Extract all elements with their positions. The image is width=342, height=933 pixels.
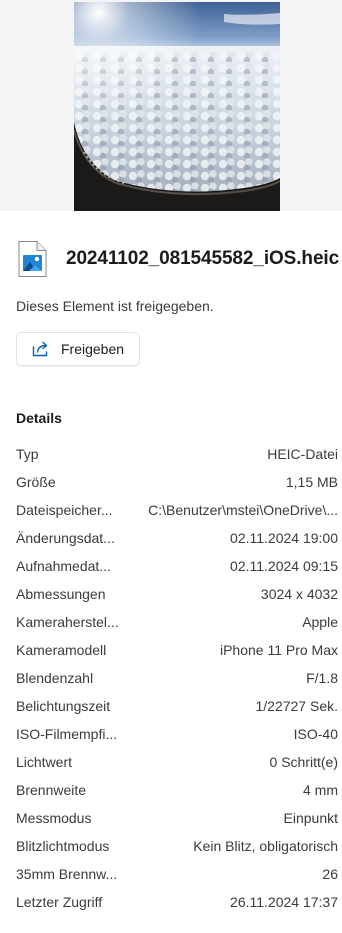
shared-status-text: Dieses Element ist freigegeben. — [16, 298, 214, 314]
detail-value: 02.11.2024 19:00 — [230, 530, 338, 546]
detail-value: 1,15 MB — [285, 474, 338, 490]
photo-thumbnail-image — [74, 2, 280, 211]
detail-row-size: Größe 1,15 MB — [0, 468, 342, 496]
detail-value: 3024 x 4032 — [260, 586, 338, 602]
detail-value: 0 Schritt(e) — [269, 754, 338, 770]
detail-row-exposure-bias: Lichtwert 0 Schritt(e) — [0, 748, 342, 776]
detail-label: Lichtwert — [16, 754, 73, 770]
detail-label: Kameraherstel... — [16, 614, 119, 630]
detail-value: 4 mm — [303, 782, 338, 798]
detail-value: 26.11.2024 17:37 — [230, 894, 338, 910]
detail-row-camera-model: Kameramodell iPhone 11 Pro Max — [0, 636, 342, 664]
preview-area — [0, 0, 342, 211]
detail-value: Einpunkt — [283, 810, 338, 826]
detail-label: Änderungsdat... — [16, 530, 115, 546]
detail-label: Dateispeicher... — [16, 502, 113, 518]
detail-label: Typ — [16, 446, 39, 462]
detail-label: Blendenzahl — [16, 670, 94, 686]
detail-row-aperture: Blendenzahl F/1.8 — [0, 664, 342, 692]
detail-row-camera-maker: Kameraherstel... Apple — [0, 608, 342, 636]
file-name: 20241102_081545582_iOS.heic — [66, 248, 340, 269]
detail-label: Aufnahmedat... — [16, 558, 111, 574]
detail-row-modified: Änderungsdat... 02.11.2024 19:00 — [0, 524, 342, 552]
detail-value: ISO-40 — [293, 726, 338, 742]
detail-value: 02.11.2024 09:15 — [230, 558, 338, 574]
detail-row-flash-mode: Blitzlichtmodus Kein Blitz, obligatorisc… — [0, 832, 342, 860]
detail-row-35mm-focal-length: 35mm Brennw... 26 — [0, 860, 342, 888]
details-heading: Details — [16, 410, 62, 426]
detail-row-location: Dateispeicher... C:\Benutzer\mstei\OneDr… — [0, 496, 342, 524]
share-icon — [32, 341, 48, 357]
detail-label: Kameramodell — [16, 642, 107, 658]
detail-row-type: Typ HEIC-Datei — [0, 440, 342, 468]
photo-thumbnail[interactable] — [74, 2, 280, 211]
detail-row-taken: Aufnahmedat... 02.11.2024 09:15 — [0, 552, 342, 580]
detail-label: Größe — [16, 474, 56, 490]
detail-row-focal-length: Brennweite 4 mm — [0, 776, 342, 804]
detail-row-dimensions: Abmessungen 3024 x 4032 — [0, 580, 342, 608]
detail-label: Letzter Zugriff — [16, 894, 103, 910]
detail-label: Brennweite — [16, 782, 87, 798]
detail-value: 1/22727 Sek. — [255, 698, 338, 714]
detail-label: Blitzlichtmodus — [16, 838, 110, 854]
detail-value-file-location[interactable]: C:\Benutzer\mstei\OneDrive\... — [148, 496, 338, 524]
detail-value: 26 — [322, 866, 338, 882]
detail-value: Apple — [302, 614, 338, 630]
detail-label: ISO-Filmempfi... — [16, 726, 118, 742]
detail-value: HEIC-Datei — [267, 446, 338, 462]
detail-value: F/1.8 — [306, 670, 338, 686]
detail-label: 35mm Brennw... — [16, 866, 118, 882]
share-button-label: Freigeben — [61, 341, 125, 357]
details-list: Typ HEIC-Datei Größe 1,15 MB Dateispeich… — [0, 440, 342, 916]
detail-row-last-accessed: Letzter Zugriff 26.11.2024 17:37 — [0, 888, 342, 916]
detail-value: Kein Blitz, obligatorisch — [193, 838, 338, 854]
detail-value: iPhone 11 Pro Max — [219, 642, 338, 658]
detail-row-exposure-time: Belichtungszeit 1/22727 Sek. — [0, 692, 342, 720]
share-button[interactable]: Freigeben — [16, 332, 140, 366]
detail-row-iso: ISO-Filmempfi... ISO-40 — [0, 720, 342, 748]
file-header: 20241102_081545582_iOS.heic — [16, 240, 342, 278]
detail-label: Abmessungen — [16, 586, 106, 602]
detail-label: Messmodus — [16, 810, 92, 826]
detail-label: Belichtungszeit — [16, 698, 111, 714]
image-file-icon — [18, 241, 47, 277]
detail-row-metering-mode: Messmodus Einpunkt — [0, 804, 342, 832]
